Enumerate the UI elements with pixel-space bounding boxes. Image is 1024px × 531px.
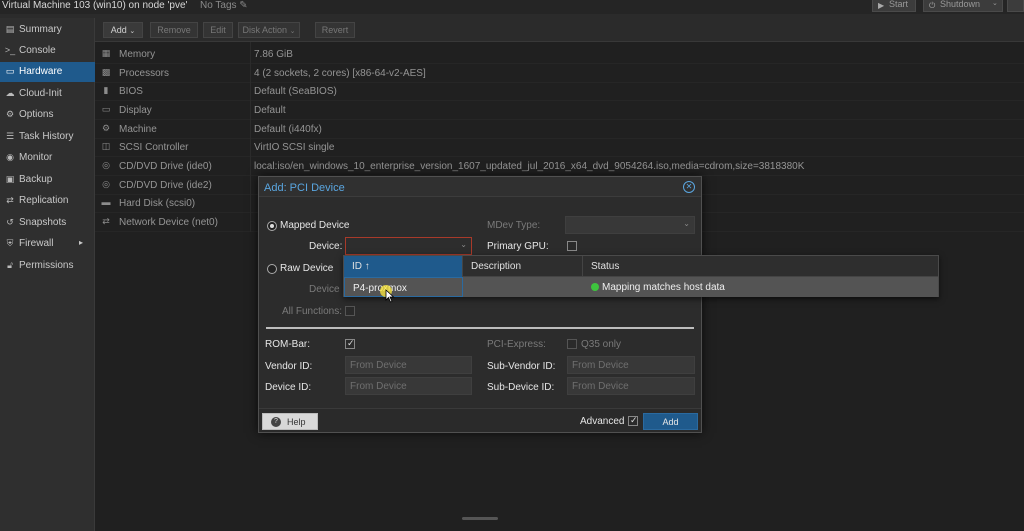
history-icon: ↺ — [6, 217, 14, 227]
primary-gpu-checkbox[interactable] — [567, 241, 577, 251]
edit-button[interactable]: Edit — [203, 22, 233, 38]
mouse-pointer-icon — [385, 289, 395, 303]
replication-icon: ⇄ — [6, 195, 14, 205]
row-status-cell[interactable]: Mapping matches host data — [583, 277, 938, 297]
all-functions-label: All Functions: — [282, 306, 343, 317]
column-header-id[interactable]: ID ↑ — [344, 256, 463, 277]
sidebar-item-summary[interactable]: ▤ Summary — [0, 20, 95, 40]
advanced-label: Advanced — [580, 416, 625, 427]
power-icon: ⏻ — [929, 1, 936, 10]
sub-device-id-input[interactable]: From Device — [567, 377, 695, 395]
dropdown-header: ID ↑ Description Status — [344, 256, 938, 277]
pci-express-checkbox[interactable] — [567, 339, 577, 349]
table-row[interactable]: P4-proxmox Mapping matches host data — [344, 277, 938, 297]
eye-icon: ◉ — [6, 152, 14, 162]
sidebar: ▤ Summary >_ Console ▭ Hardware ☁ Cloud-Init… — [0, 18, 95, 531]
all-functions-checkbox[interactable] — [345, 306, 355, 316]
shield-icon: ⛨ — [6, 238, 14, 248]
revert-button[interactable]: Revert — [315, 22, 355, 38]
hardware-icon: ▭ — [5, 66, 15, 76]
sidebar-item-permissions[interactable]: 🔓︎ Permissions — [0, 256, 95, 276]
disk-action-button[interactable]: Disk Action ⌄ — [238, 22, 300, 38]
caret-right-icon[interactable]: ▸ — [79, 238, 83, 247]
sidebar-item-monitor[interactable]: ◉ Monitor — [0, 148, 95, 168]
sub-vendor-id-input[interactable]: From Device — [567, 356, 695, 374]
add-button[interactable]: Add ⌄ — [103, 22, 143, 38]
hardware-toolbar: Add ⌄ Remove Edit Disk Action ⌄ Revert — [95, 18, 1024, 42]
top-bar: Virtual Machine 103 (win10) on node 'pve… — [0, 0, 1024, 14]
vm-title: Virtual Machine 103 (win10) on node 'pve… — [2, 0, 188, 11]
sub-device-id-label: Sub-Device ID: — [487, 382, 555, 393]
mdev-type-select[interactable]: ⌄ — [565, 216, 695, 234]
sidebar-item-cloud-init[interactable]: ☁ Cloud-Init — [0, 84, 95, 104]
question-icon: ? — [271, 417, 281, 427]
close-icon[interactable]: ✕ — [683, 181, 695, 193]
q35-only-label: Q35 only — [581, 339, 622, 350]
console-icon: >_ — [4, 45, 16, 55]
raw-device-label: Raw Device — [280, 263, 334, 274]
primary-gpu-label: Primary GPU: — [487, 241, 549, 252]
column-header-description[interactable]: Description — [463, 256, 583, 277]
dialog-footer: ? Help Advanced ✓ Add — [259, 408, 701, 432]
check-icon: ✓ — [347, 338, 355, 348]
sidebar-item-replication[interactable]: ⇄ Replication — [0, 191, 95, 211]
chevron-down-icon: ⌄ — [129, 28, 136, 35]
chevron-down-icon: ⌄ — [289, 28, 296, 35]
sidebar-item-backup[interactable]: ▣ Backup — [0, 170, 95, 190]
gear-icon: ⚙ — [5, 109, 15, 119]
summary-icon: ▤ — [5, 24, 15, 34]
vendor-id-label: Vendor ID: — [265, 361, 313, 372]
row-id-cell[interactable]: P4-proxmox — [344, 277, 463, 297]
device-label: Device: — [309, 241, 343, 252]
dialog-header: Add: PCI Device ✕ — [259, 177, 701, 197]
column-header-status[interactable]: Status — [583, 256, 938, 277]
device-id-label: Device ID: — [265, 382, 312, 393]
backup-icon: ▣ — [5, 174, 15, 184]
raw-device-field-label: Device — [309, 284, 340, 295]
remove-button[interactable]: Remove — [150, 22, 198, 38]
cloud-icon: ☁ — [5, 88, 15, 98]
list-icon: ☰ — [5, 131, 15, 141]
unlock-icon: 🔓︎ — [7, 260, 13, 270]
device-dropdown: ID ↑ Description Status P4-proxmox Mappi… — [343, 255, 939, 297]
sidebar-item-task-history[interactable]: ☰ Task History — [0, 127, 95, 147]
vendor-id-input[interactable]: From Device — [345, 356, 472, 374]
sub-vendor-id-label: Sub-Vendor ID: — [487, 361, 556, 372]
sidebar-item-hardware[interactable]: ▭ Hardware — [0, 62, 95, 82]
chevron-down-icon: ⌄ — [683, 219, 690, 228]
mapped-device-radio[interactable] — [267, 221, 277, 231]
dialog-title: Add: PCI Device — [264, 182, 345, 194]
device-id-input[interactable]: From Device — [345, 377, 472, 395]
resize-handle[interactable] — [462, 517, 498, 520]
tags-label[interactable]: No Tags ✎ — [200, 0, 248, 11]
advanced-checkbox[interactable]: ✓ — [628, 415, 638, 426]
pencil-icon[interactable]: ✎ — [239, 0, 247, 11]
play-icon: ▶ — [878, 1, 885, 10]
check-icon: ✓ — [630, 415, 638, 425]
device-select[interactable]: ⌄ — [345, 237, 472, 255]
shutdown-button[interactable]: ⏻ Shutdown ⌄ — [923, 0, 1003, 12]
raw-device-radio[interactable] — [267, 264, 277, 274]
more-button[interactable] — [1007, 0, 1024, 12]
chevron-down-icon[interactable]: ⌄ — [460, 240, 467, 249]
sidebar-item-console[interactable]: >_ Console — [0, 41, 95, 61]
pci-express-label: PCI-Express: — [487, 339, 546, 350]
check-circle-icon — [591, 283, 599, 291]
sidebar-item-options[interactable]: ⚙ Options — [0, 105, 95, 125]
chevron-down-icon[interactable]: ⌄ — [992, 0, 998, 7]
mdev-type-label: MDev Type: — [487, 220, 541, 231]
rom-bar-checkbox[interactable]: ✓ — [345, 338, 355, 349]
rom-bar-label: ROM-Bar: — [265, 339, 310, 350]
start-button[interactable]: ▶ Start — [872, 0, 916, 12]
add-pci-device-dialog: Add: PCI Device ✕ Mapped Device Device: … — [258, 176, 702, 433]
mapped-device-label: Mapped Device — [280, 220, 350, 231]
add-button[interactable]: Add — [643, 413, 698, 430]
help-button[interactable]: ? Help — [262, 413, 318, 430]
row-description-cell[interactable] — [463, 277, 583, 297]
sidebar-item-snapshots[interactable]: ↺ Snapshots — [0, 213, 95, 233]
sidebar-item-firewall[interactable]: ⛨ Firewall ▸ — [0, 234, 95, 254]
advanced-divider — [266, 327, 694, 329]
